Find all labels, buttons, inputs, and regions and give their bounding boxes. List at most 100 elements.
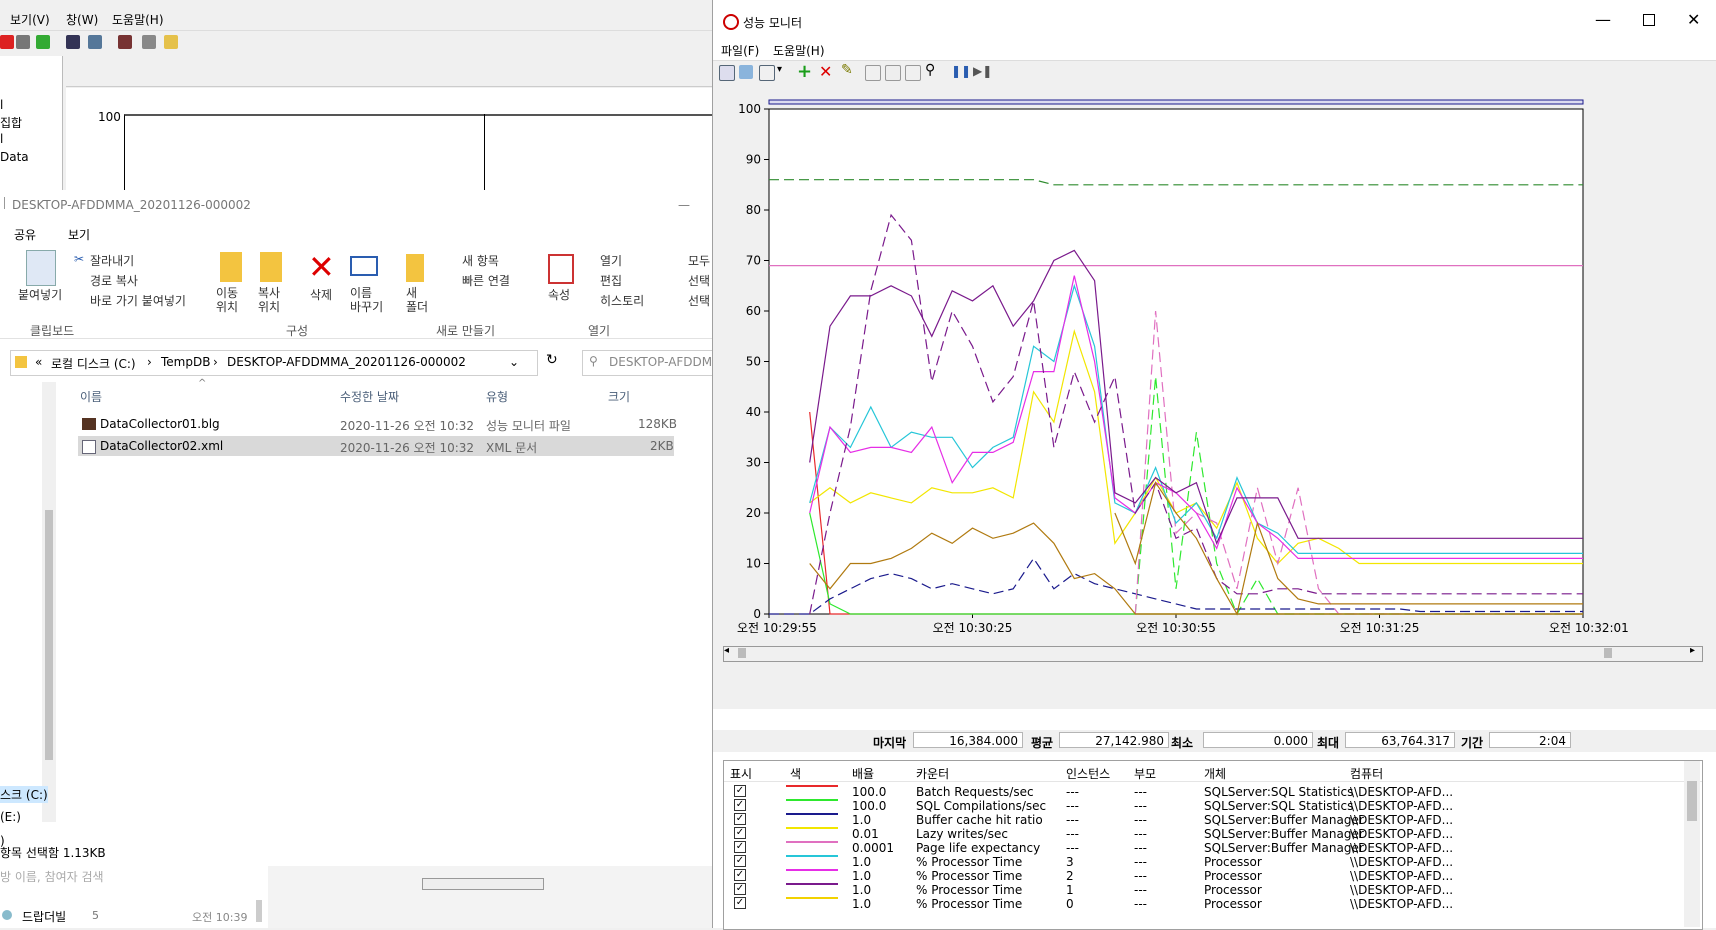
print-icon[interactable] xyxy=(16,35,30,49)
col-instance[interactable]: 인스턴스 xyxy=(1066,765,1110,782)
legend-row[interactable]: ✓ 0.01 Lazy writes/sec --- --- SQLServer:Buff… xyxy=(724,827,1702,842)
show-checkbox[interactable]: ✓ xyxy=(734,841,746,853)
nav-scrollbar[interactable] xyxy=(42,382,56,822)
show-checkbox[interactable]: ✓ xyxy=(734,827,746,839)
view-log-data-icon[interactable] xyxy=(739,65,753,79)
legend-row[interactable]: ✓ 1.0 Buffer cache hit ratio --- --- SQLServe… xyxy=(724,813,1702,828)
folder-icon[interactable] xyxy=(164,35,178,49)
show-checkbox[interactable]: ✓ xyxy=(734,855,746,867)
show-checkbox[interactable]: ✓ xyxy=(734,813,746,825)
new-folder-button[interactable]: 새 폴더 xyxy=(406,286,428,314)
freeze-display-icon[interactable]: ❚❚ xyxy=(951,64,971,78)
close-icon[interactable]: ✕ xyxy=(1687,10,1700,29)
chevron-down-icon[interactable]: ⌄ xyxy=(509,355,519,369)
legend-row[interactable]: ✓ 1.0 % Processor Time 3 --- Processor \\DESKT… xyxy=(724,855,1702,870)
tree-item[interactable]: Data xyxy=(0,150,29,164)
zoom-icon[interactable]: ⚲ xyxy=(925,62,935,78)
copy-properties-icon[interactable] xyxy=(865,65,881,81)
properties-icon[interactable] xyxy=(905,65,921,81)
view-icon[interactable] xyxy=(88,35,102,49)
show-checkbox[interactable]: ✓ xyxy=(734,883,746,895)
monitor-icon[interactable] xyxy=(118,35,132,49)
menu-help[interactable]: 도움말(H) xyxy=(112,11,164,28)
minimize-icon[interactable]: — xyxy=(678,198,690,212)
col-color[interactable]: 색 xyxy=(790,765,801,782)
tree-item[interactable]: l xyxy=(0,98,3,112)
column-size[interactable]: 크기 xyxy=(608,388,630,405)
tab-view[interactable]: 보기 xyxy=(68,226,90,243)
chat-scrollbar[interactable] xyxy=(256,900,262,922)
breadcrumb-overflow[interactable]: « xyxy=(35,355,42,369)
properties-button[interactable]: 속성 xyxy=(548,286,570,303)
minimize-icon[interactable]: — xyxy=(1595,10,1611,29)
tree-item[interactable]: l xyxy=(0,132,3,146)
update-data-icon[interactable]: ▶❚ xyxy=(973,64,992,78)
time-scrollbar[interactable]: ◂ ▸ xyxy=(723,645,1703,662)
column-date[interactable]: 수정한 날짜 xyxy=(340,388,399,405)
copy-path-button[interactable]: 경로 복사 xyxy=(90,272,138,289)
show-checkbox[interactable]: ✓ xyxy=(734,869,746,881)
legend-scrollbar[interactable] xyxy=(1684,761,1700,927)
col-object[interactable]: 개체 xyxy=(1204,765,1226,782)
column-type[interactable]: 유형 xyxy=(486,388,508,405)
scroll-thumb[interactable] xyxy=(738,648,746,658)
performance-line-chart[interactable]: 0102030405060708090100 오전 10:29:55 오전 10:… xyxy=(713,84,1716,709)
menu-help[interactable]: 도움말(H) xyxy=(773,42,825,59)
legend-row[interactable]: ✓ 100.0 SQL Compilations/sec --- --- SQLServe… xyxy=(724,799,1702,814)
scroll-left-icon[interactable]: ◂ xyxy=(724,645,729,656)
chat-room-name[interactable]: 드랍더빌 xyxy=(22,908,66,925)
select-all-button[interactable]: 모두 xyxy=(688,252,710,269)
change-graph-type-icon[interactable] xyxy=(759,65,775,81)
horizontal-scrollbar[interactable] xyxy=(422,878,544,890)
menu-window[interactable]: 창(W) xyxy=(66,11,98,28)
col-counter[interactable]: 카운터 xyxy=(916,765,949,782)
show-checkbox[interactable]: ✓ xyxy=(734,785,746,797)
legend-row[interactable]: ✓ 1.0 % Processor Time 0 --- Processor \\DESKT… xyxy=(724,897,1702,912)
refresh-icon[interactable]: ↻ xyxy=(546,352,558,368)
paste-counter-list-icon[interactable] xyxy=(885,65,901,81)
col-computer[interactable]: 컴퓨터 xyxy=(1350,765,1383,782)
menu-view[interactable]: 보기(V) xyxy=(10,11,50,28)
view-current-activity-icon[interactable] xyxy=(719,65,735,81)
chevron-down-icon[interactable]: ▾ xyxy=(777,64,782,75)
tree-item[interactable]: 집합 xyxy=(0,114,22,131)
edit-button[interactable]: 편집 xyxy=(600,272,622,289)
select-none-button[interactable]: 선택 xyxy=(688,272,710,289)
paste-shortcut-button[interactable]: 바로 가기 붙여넣기 xyxy=(90,292,186,309)
breadcrumb-tempdb[interactable]: TempDB xyxy=(161,355,210,369)
show-checkbox[interactable]: ✓ xyxy=(734,799,746,811)
maximize-icon[interactable] xyxy=(1643,14,1655,26)
column-name[interactable]: 이름 xyxy=(80,388,102,405)
cut-button[interactable]: 잘라내기 xyxy=(90,252,134,269)
highlight-icon[interactable]: ✎ xyxy=(841,62,853,78)
legend-row[interactable]: ✓ 100.0 Batch Requests/sec --- --- SQLServer:… xyxy=(724,785,1702,800)
scroll-right-icon[interactable]: ▸ xyxy=(1690,645,1695,656)
col-parent[interactable]: 부모 xyxy=(1134,765,1156,782)
col-show[interactable]: 표시 xyxy=(730,765,752,782)
file-row-selected[interactable]: DataCollector02.xml 2020-11-26 오전 10:32 … xyxy=(78,436,674,456)
search-input[interactable]: ⚲ DESKTOP-AFDDMMA... xyxy=(582,350,742,376)
delete-counter-icon[interactable]: ✕ xyxy=(819,62,832,81)
invert-selection-button[interactable]: 선택 xyxy=(688,292,710,309)
legend-row[interactable]: ✓ 1.0 % Processor Time 2 --- Processor \\DESKT… xyxy=(724,869,1702,884)
copy-to-button[interactable]: 복사 위치 xyxy=(258,286,280,314)
col-scale[interactable]: 배율 xyxy=(852,765,874,782)
scroll-thumb-end[interactable] xyxy=(1604,648,1612,658)
add-counter-icon[interactable]: + xyxy=(797,61,812,82)
history-button[interactable]: 히스토리 xyxy=(600,292,644,309)
delete-button[interactable]: 삭제 xyxy=(310,286,332,303)
address-bar[interactable]: « 로컬 디스크 (C:) › TempDB › DESKTOP-AFDDMMA… xyxy=(10,350,538,376)
new-item-button[interactable]: 새 항목 xyxy=(462,252,499,269)
file-row[interactable]: DataCollector01.blg 2020-11-26 오전 10:32 … xyxy=(78,414,677,434)
legend-row[interactable]: ✓ 1.0 % Processor Time 1 --- Processor \\DESKT… xyxy=(724,883,1702,898)
easy-access-button[interactable]: 빠른 연결 xyxy=(462,272,510,289)
breadcrumb-drive[interactable]: 로컬 디스크 (C:) xyxy=(51,355,136,372)
nav-item-drive-e[interactable]: (E:) xyxy=(0,810,21,824)
chat-search-hint[interactable]: 방 이름, 참여자 검색 xyxy=(0,868,104,885)
show-checkbox[interactable]: ✓ xyxy=(734,897,746,909)
paste-icon[interactable] xyxy=(26,250,56,286)
legend-row[interactable]: ✓ 0.0001 Page life expectancy --- --- SQLServ… xyxy=(724,841,1702,856)
refresh-icon[interactable] xyxy=(36,35,50,49)
move-to-button[interactable]: 이동 위치 xyxy=(216,286,238,314)
nav-item-drive-c[interactable]: 스크 (C:) xyxy=(0,786,48,803)
